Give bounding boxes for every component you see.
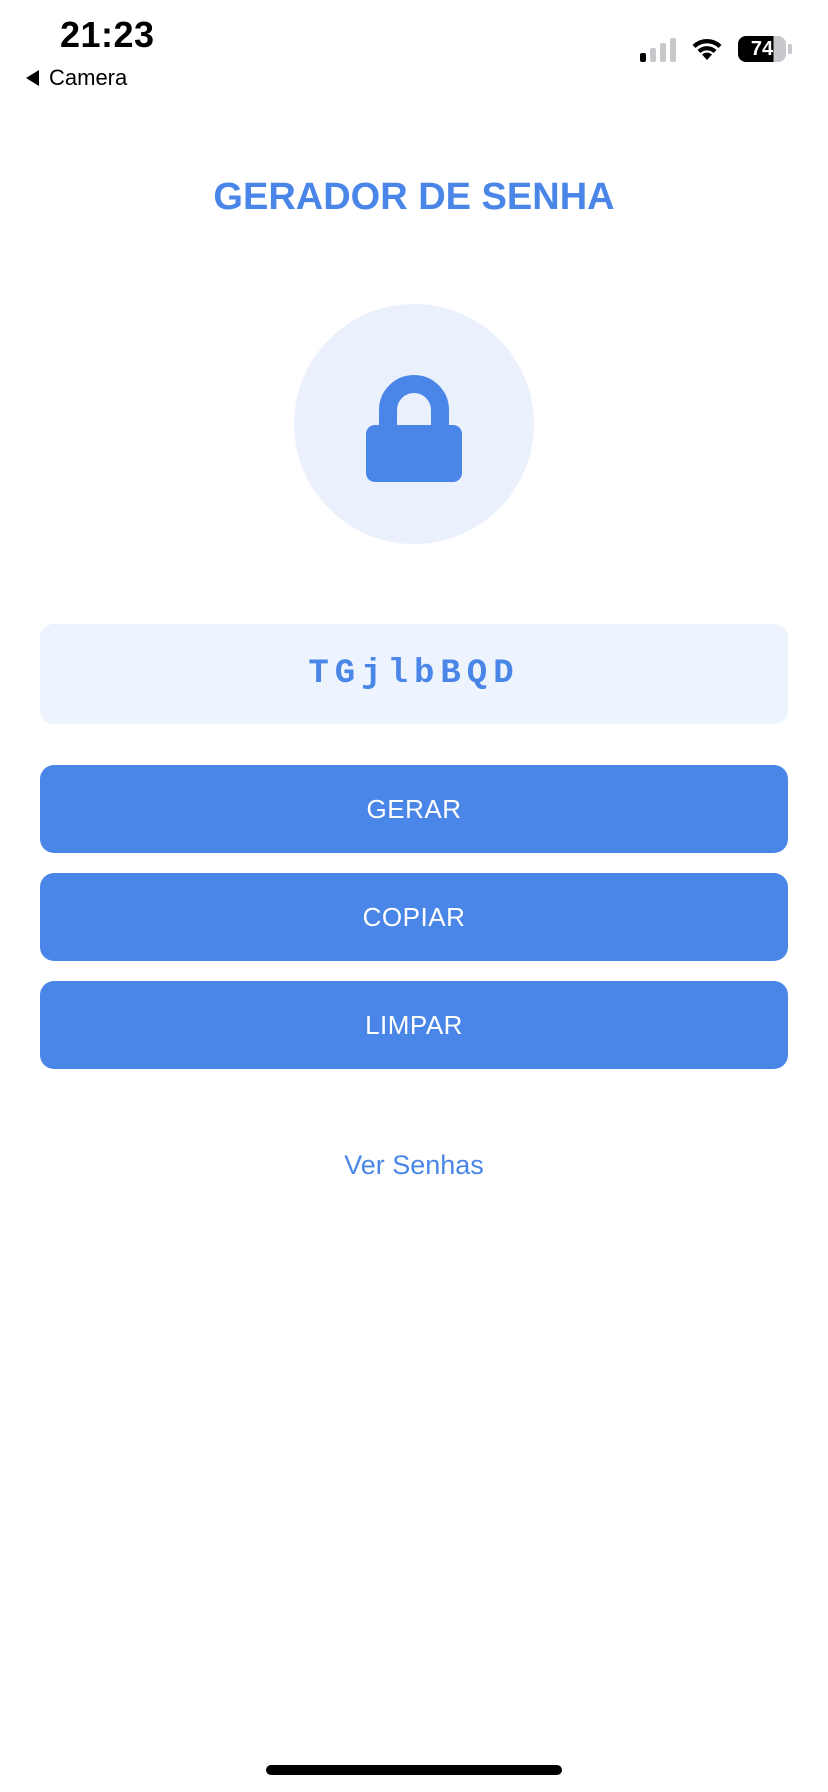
password-generator-screen: 21:23 Camera 74 GERADOR DE SENHA TGjlbBQ… — [0, 0, 828, 1792]
cellular-signal-icon — [640, 36, 676, 62]
battery-icon: 74 — [738, 36, 792, 62]
back-to-camera-button[interactable]: Camera — [26, 64, 127, 92]
copy-button[interactable]: COPIAR — [40, 873, 788, 961]
lock-icon — [354, 364, 474, 484]
battery-level: 74 — [738, 36, 786, 62]
home-indicator[interactable] — [266, 1765, 562, 1775]
password-display: TGjlbBQD — [40, 624, 788, 724]
generated-password: TGjlbBQD — [308, 655, 520, 693]
clear-button[interactable]: LIMPAR — [40, 981, 788, 1069]
view-passwords-link[interactable]: Ver Senhas — [0, 1150, 828, 1181]
wifi-icon — [690, 36, 724, 62]
generate-button[interactable]: GERAR — [40, 765, 788, 853]
lock-badge — [294, 304, 534, 544]
page-title: GERADOR DE SENHA — [213, 176, 615, 218]
status-indicators: 74 — [640, 34, 792, 64]
back-app-label: Camera — [49, 65, 128, 90]
status-time: 21:23 — [60, 14, 155, 55]
back-arrow-icon — [26, 70, 39, 86]
